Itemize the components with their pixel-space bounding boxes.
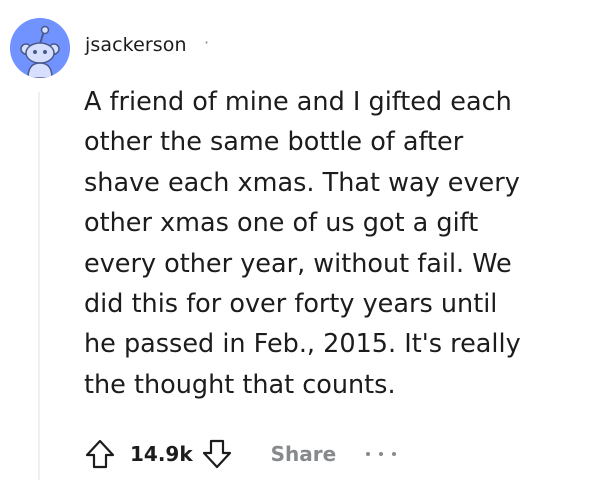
more-dot	[366, 452, 371, 456]
comment-body-line: he passed in Feb., 2015. It's really	[84, 329, 521, 360]
comment-body-line: A friend of mine and I gifted each	[84, 87, 512, 117]
thread-line[interactable]	[38, 92, 40, 480]
meta-separator: ·	[204, 33, 210, 52]
user-avatar-icon[interactable]	[10, 18, 70, 78]
more-options-icon[interactable]	[366, 444, 397, 464]
comment-body-line: the thought that counts.	[84, 369, 396, 400]
comment-body-line: other xmas one of us got a gift	[84, 208, 479, 239]
comment-author[interactable]: jsackerson	[85, 34, 187, 56]
vote-score: 14.9k	[130, 442, 193, 466]
more-dot	[379, 452, 384, 456]
downvote-icon[interactable]	[199, 436, 235, 472]
comment-body-line: shave each xmas. That way every	[84, 167, 520, 198]
comment-body-line: every other year, without fail. We	[84, 248, 512, 279]
comment-body: A friend of mine and I gifted each other…	[84, 82, 564, 405]
comment-actions: 14.9k Share	[82, 434, 397, 474]
comment-body-line: did this for over forty years until	[84, 289, 498, 320]
upvote-icon[interactable]	[82, 436, 118, 472]
comment-body-line: other the same bottle of after	[84, 127, 464, 158]
more-dot	[392, 452, 397, 456]
share-button[interactable]: Share	[271, 442, 337, 466]
